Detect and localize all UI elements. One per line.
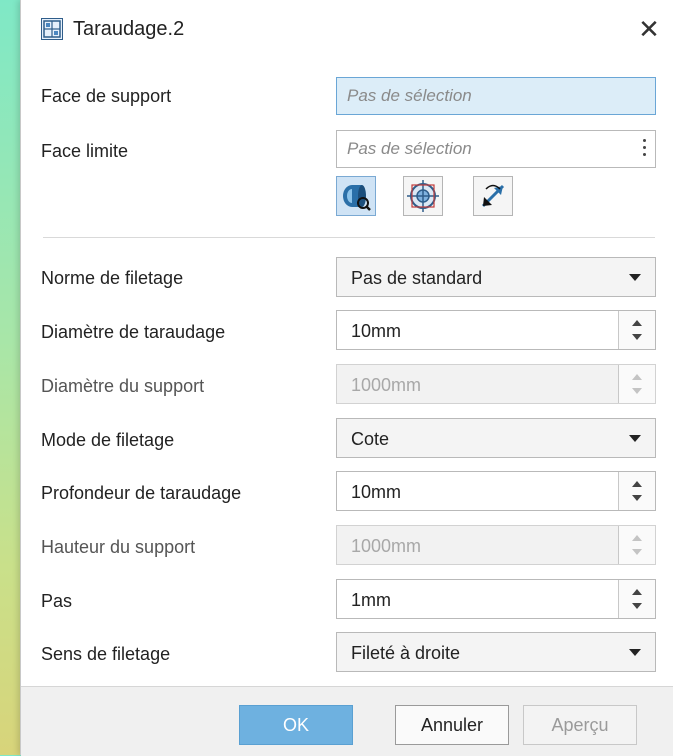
reverse-direction-button[interactable] xyxy=(473,176,513,216)
diametre-support-value: 1000mm xyxy=(351,375,422,395)
spin-up-icon[interactable] xyxy=(632,481,642,487)
diametre-taraudage-value: 10mm xyxy=(351,321,402,341)
reverse-direction-icon xyxy=(481,184,505,208)
spinner-buttons[interactable] xyxy=(618,472,655,510)
cylinder-select-button[interactable] xyxy=(336,176,376,216)
face-support-label: Face de support xyxy=(41,86,172,106)
spin-down-icon[interactable] xyxy=(632,603,642,609)
face-limit-field[interactable]: Pas de sélection xyxy=(336,130,656,168)
pas-spinner[interactable]: 1mm xyxy=(336,579,656,619)
cancel-button[interactable]: Annuler xyxy=(395,705,509,745)
diametre-support-label: Diamètre du support xyxy=(41,376,205,396)
norme-value: Pas de standard xyxy=(351,268,483,288)
pas-label: Pas xyxy=(41,591,73,611)
spinner-buttons[interactable] xyxy=(618,311,655,349)
thread-feature-icon xyxy=(41,18,63,40)
diametre-taraudage-spinner[interactable]: 10mm xyxy=(336,310,656,350)
mode-label: Mode de filetage xyxy=(41,430,175,450)
norme-label: Norme de filetage xyxy=(41,268,184,288)
dialog-footer: OK Annuler Aperçu xyxy=(21,686,673,756)
face-support-value: Pas de sélection xyxy=(347,86,472,105)
sens-select[interactable]: Fileté à droite xyxy=(336,632,656,672)
dropdown-arrow-icon xyxy=(629,274,641,281)
hauteur-support-spinner: 1000mm xyxy=(336,525,656,565)
spin-down-icon xyxy=(632,549,642,555)
title-bar: Taraudage.2 ✕ xyxy=(21,0,673,64)
spin-up-icon[interactable] xyxy=(632,589,642,595)
target-select-button[interactable] xyxy=(403,176,443,216)
dialog-title: Taraudage.2 xyxy=(73,18,185,40)
diametre-support-spinner: 1000mm xyxy=(336,364,656,404)
mode-value: Cote xyxy=(351,429,390,449)
face-support-field[interactable]: Pas de sélection xyxy=(336,77,656,115)
sens-value: Fileté à droite xyxy=(351,643,461,663)
taraudage-dialog: Taraudage.2 ✕ Face de support Pas de sél… xyxy=(20,0,673,756)
hauteur-support-value: 1000mm xyxy=(351,536,422,556)
spin-up-icon xyxy=(632,374,642,380)
pas-value: 1mm xyxy=(351,590,391,610)
close-button[interactable]: ✕ xyxy=(634,14,664,44)
dropdown-arrow-icon xyxy=(629,435,641,442)
spin-up-icon xyxy=(632,535,642,541)
spinner-buttons xyxy=(618,526,655,564)
spinner-buttons xyxy=(618,365,655,403)
face-limit-label: Face limite xyxy=(41,141,129,161)
more-options-icon[interactable] xyxy=(643,139,647,159)
cylinder-select-icon xyxy=(343,185,371,211)
spin-down-icon[interactable] xyxy=(632,495,642,501)
profondeur-label: Profondeur de taraudage xyxy=(41,483,242,503)
profondeur-value: 10mm xyxy=(351,482,402,502)
spin-down-icon xyxy=(632,388,642,394)
face-limit-value: Pas de sélection xyxy=(347,139,472,158)
profondeur-spinner[interactable]: 10mm xyxy=(336,471,656,511)
dropdown-arrow-icon xyxy=(629,649,641,656)
spinner-buttons[interactable] xyxy=(618,580,655,618)
sens-label: Sens de filetage xyxy=(41,644,171,664)
mode-select[interactable]: Cote xyxy=(336,418,656,458)
norme-select[interactable]: Pas de standard xyxy=(336,257,656,297)
spin-up-icon[interactable] xyxy=(632,320,642,326)
preview-button[interactable]: Aperçu xyxy=(523,705,637,745)
hauteur-support-label: Hauteur du support xyxy=(41,537,196,557)
spin-down-icon[interactable] xyxy=(632,334,642,340)
section-divider xyxy=(43,237,655,238)
diametre-taraudage-label: Diamètre de taraudage xyxy=(41,322,226,342)
target-select-icon xyxy=(407,180,439,212)
ok-button[interactable]: OK xyxy=(239,705,353,745)
